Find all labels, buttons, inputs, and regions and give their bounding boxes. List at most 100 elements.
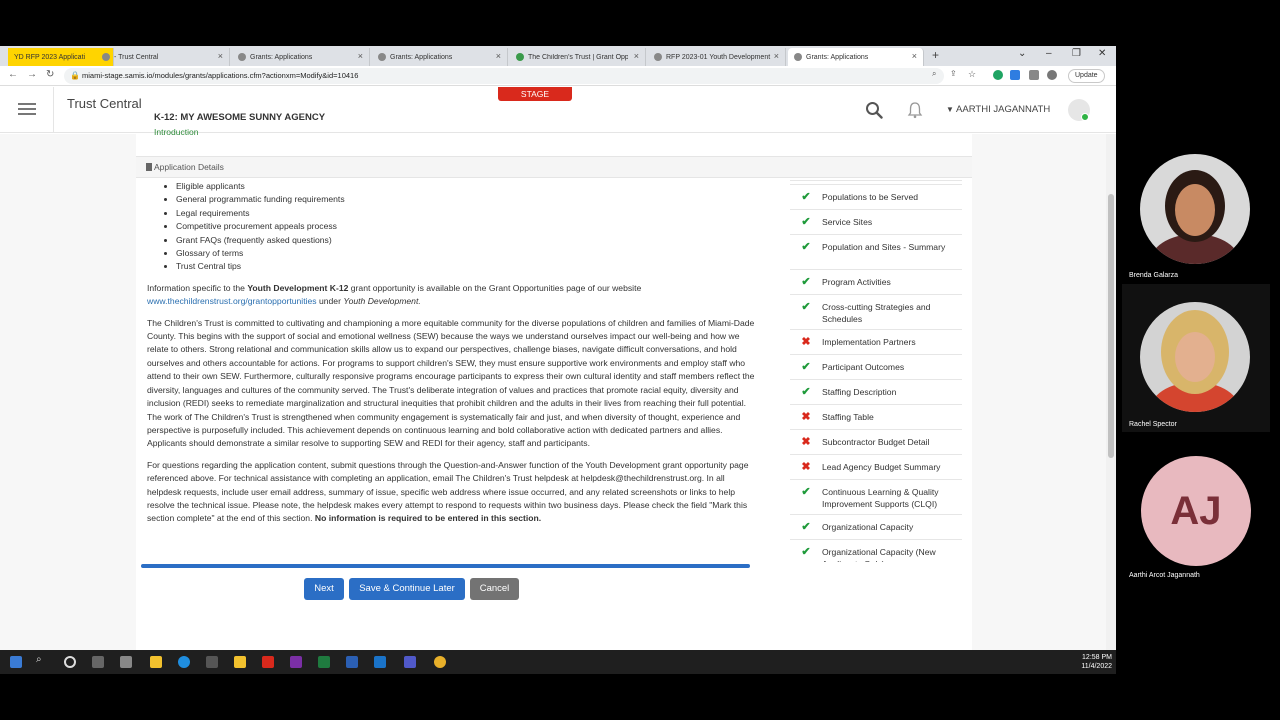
file-icon[interactable] bbox=[150, 656, 162, 668]
profile-icon[interactable] bbox=[1047, 70, 1057, 80]
text: under bbox=[316, 296, 344, 307]
reload-icon[interactable]: ↻ bbox=[46, 69, 54, 80]
close-tab-icon[interactable]: × bbox=[218, 51, 223, 61]
checklist-item-label: Subcontractor Budget Detail bbox=[822, 437, 930, 447]
checklist-item[interactable]: ✖ Subcontractor Budget Detail bbox=[790, 429, 962, 454]
application-details-bar: Application Details bbox=[136, 156, 972, 178]
checklist-item[interactable]: ✔ Populations to be Served bbox=[790, 184, 962, 209]
minimize-icon[interactable]: – bbox=[1046, 48, 1052, 59]
bell-icon[interactable] bbox=[907, 101, 923, 119]
save-continue-later-button[interactable]: Save & Continue Later bbox=[349, 578, 465, 600]
search-icon[interactable]: ⌕ bbox=[36, 654, 48, 666]
checklist-item-label: Organizational Capacity bbox=[822, 522, 914, 532]
checklist-item[interactable]: ✖ Staffing Table bbox=[790, 404, 962, 429]
checkmark-icon: ✔ bbox=[801, 546, 811, 558]
video-tile-1[interactable]: Brenda Galarza bbox=[1122, 150, 1270, 298]
app-icon[interactable] bbox=[120, 656, 132, 668]
checklist-item[interactable]: ✖ Implementation Partners bbox=[790, 329, 962, 354]
header-divider bbox=[53, 87, 54, 133]
acrobat-icon[interactable] bbox=[262, 656, 274, 668]
chrome-icon[interactable] bbox=[434, 656, 446, 668]
list-item: Grant FAQs (frequently asked questions) bbox=[176, 234, 757, 247]
task-view-icon[interactable] bbox=[92, 656, 104, 668]
online-status-icon bbox=[1081, 113, 1089, 121]
tab-favicon-icon bbox=[238, 53, 246, 61]
outlook-icon[interactable] bbox=[374, 656, 386, 668]
checklist-item-label: Service Sites bbox=[822, 217, 873, 227]
lock-icon: 🔒 bbox=[70, 71, 80, 80]
browser-tab-2[interactable]: - Trust Central × bbox=[96, 48, 230, 66]
next-button[interactable]: Next bbox=[304, 578, 344, 600]
tab-bar: YD RFP 2023 Applicati - Trust Central × G… bbox=[0, 46, 1116, 66]
cancel-button[interactable]: Cancel bbox=[470, 578, 519, 600]
app-logo[interactable]: Trust Central bbox=[67, 96, 142, 111]
magnifier-icon[interactable] bbox=[206, 656, 218, 668]
browser-tab-7[interactable]: Grants: Applications × bbox=[788, 48, 924, 66]
checklist-item[interactable]: ✔ Organizational Capacity bbox=[790, 514, 962, 539]
participant-initials-avatar[interactable]: AJ bbox=[1141, 456, 1251, 566]
back-icon[interactable]: ← bbox=[8, 69, 18, 80]
close-tab-icon[interactable]: × bbox=[358, 51, 363, 61]
checklist-item[interactable]: ✔ Continuous Learning & Quality Improveme… bbox=[790, 479, 962, 514]
browser-tab-5[interactable]: The Children's Trust | Grant Opp × bbox=[510, 48, 646, 66]
checklist-item-label: Organizational Capacity (New Applicants … bbox=[822, 547, 936, 562]
tab-label: RFP 2023-01 Youth Development bbox=[666, 53, 771, 61]
section-link-introduction[interactable]: Introduction bbox=[154, 127, 198, 137]
grammarly-extension-icon[interactable] bbox=[993, 70, 1003, 80]
introduction-text: Eligible applicants General programmatic… bbox=[147, 180, 757, 558]
browser-tab-6[interactable]: RFP 2023-01 Youth Development × bbox=[648, 48, 786, 66]
grant-opportunities-link[interactable]: www.thechildrenstrust.org/grantopportuni… bbox=[147, 296, 317, 306]
zoom-icon[interactable]: ⌕ bbox=[932, 69, 936, 79]
checkmark-icon: ✔ bbox=[801, 241, 811, 253]
forward-icon[interactable]: → bbox=[27, 69, 37, 80]
menu-icon[interactable] bbox=[18, 103, 36, 115]
excel-icon[interactable] bbox=[318, 656, 330, 668]
url-input[interactable]: 🔒 miami-stage.samis.io/modules/grants/ap… bbox=[64, 68, 944, 84]
restore-icon[interactable]: ❐ bbox=[1072, 48, 1081, 59]
checklist-item[interactable]: ✖ Lead Agency Budget Summary bbox=[790, 454, 962, 479]
onenote-icon[interactable] bbox=[290, 656, 302, 668]
close-tab-icon[interactable]: × bbox=[912, 51, 917, 61]
page-scrollbar-thumb[interactable] bbox=[1108, 194, 1114, 458]
browser-tab-4[interactable]: Grants: Applications × bbox=[372, 48, 508, 66]
tab-favicon-icon bbox=[516, 53, 524, 61]
tab-search-icon[interactable]: ⌄ bbox=[1018, 48, 1026, 59]
extension-icon[interactable] bbox=[1010, 70, 1020, 80]
close-window-icon[interactable]: ✕ bbox=[1098, 48, 1106, 59]
folder-icon[interactable] bbox=[234, 656, 246, 668]
mission-paragraph: The Children's Trust is committed to cul… bbox=[147, 317, 755, 449]
share-icon[interactable]: ⇪ bbox=[950, 69, 957, 78]
puzzle-extensions-icon[interactable] bbox=[1029, 70, 1039, 80]
checklist-item[interactable]: ✔ Organizational Capacity (New Applicants… bbox=[790, 539, 962, 562]
close-tab-icon[interactable]: × bbox=[496, 51, 501, 61]
checklist-item[interactable]: ✔ Staffing Description bbox=[790, 379, 962, 404]
bookmark-star-icon[interactable]: ☆ bbox=[968, 69, 976, 80]
checklist-item[interactable]: ✔ Service Sites bbox=[790, 209, 962, 234]
close-tab-icon[interactable]: × bbox=[774, 51, 779, 61]
list-item: Glossary of terms bbox=[176, 247, 757, 260]
user-menu[interactable]: ▼ AARTHI JAGANNATH bbox=[946, 104, 1050, 115]
checklist-item[interactable]: ✔ Program Activities bbox=[790, 269, 962, 294]
checklist-item[interactable]: ✔ Population and Sites - Summary bbox=[790, 234, 962, 269]
edge-icon[interactable] bbox=[178, 656, 190, 668]
word-icon[interactable] bbox=[346, 656, 358, 668]
checklist-item[interactable]: ✔ Participant Outcomes bbox=[790, 354, 962, 379]
search-icon[interactable] bbox=[865, 101, 883, 119]
taskbar-clock[interactable]: 12:58 PM 11/4/2022 bbox=[1072, 653, 1112, 671]
checkmark-icon: ✔ bbox=[801, 276, 811, 288]
update-button[interactable]: Update bbox=[1068, 69, 1105, 83]
cortana-icon[interactable] bbox=[64, 656, 76, 668]
checkmark-icon: ✔ bbox=[801, 191, 811, 203]
list-item: Competitive procurement appeals process bbox=[176, 220, 757, 233]
windows-start-icon[interactable] bbox=[10, 656, 22, 668]
reading-progress-bar bbox=[141, 564, 750, 568]
teams-icon[interactable] bbox=[404, 656, 416, 668]
browser-tab-3[interactable]: Grants: Applications × bbox=[232, 48, 370, 66]
video-tile-2[interactable]: Rachel Spector bbox=[1122, 284, 1270, 432]
tab-label: Grants: Applications bbox=[250, 53, 313, 61]
close-tab-icon[interactable]: × bbox=[634, 51, 639, 61]
checklist-item[interactable]: ✔ Cross-cutting Strategies and Schedules bbox=[790, 294, 962, 329]
tab-favicon-icon bbox=[102, 53, 110, 61]
tab-label: - Trust Central bbox=[114, 53, 159, 61]
new-tab-icon[interactable]: + bbox=[932, 48, 939, 62]
